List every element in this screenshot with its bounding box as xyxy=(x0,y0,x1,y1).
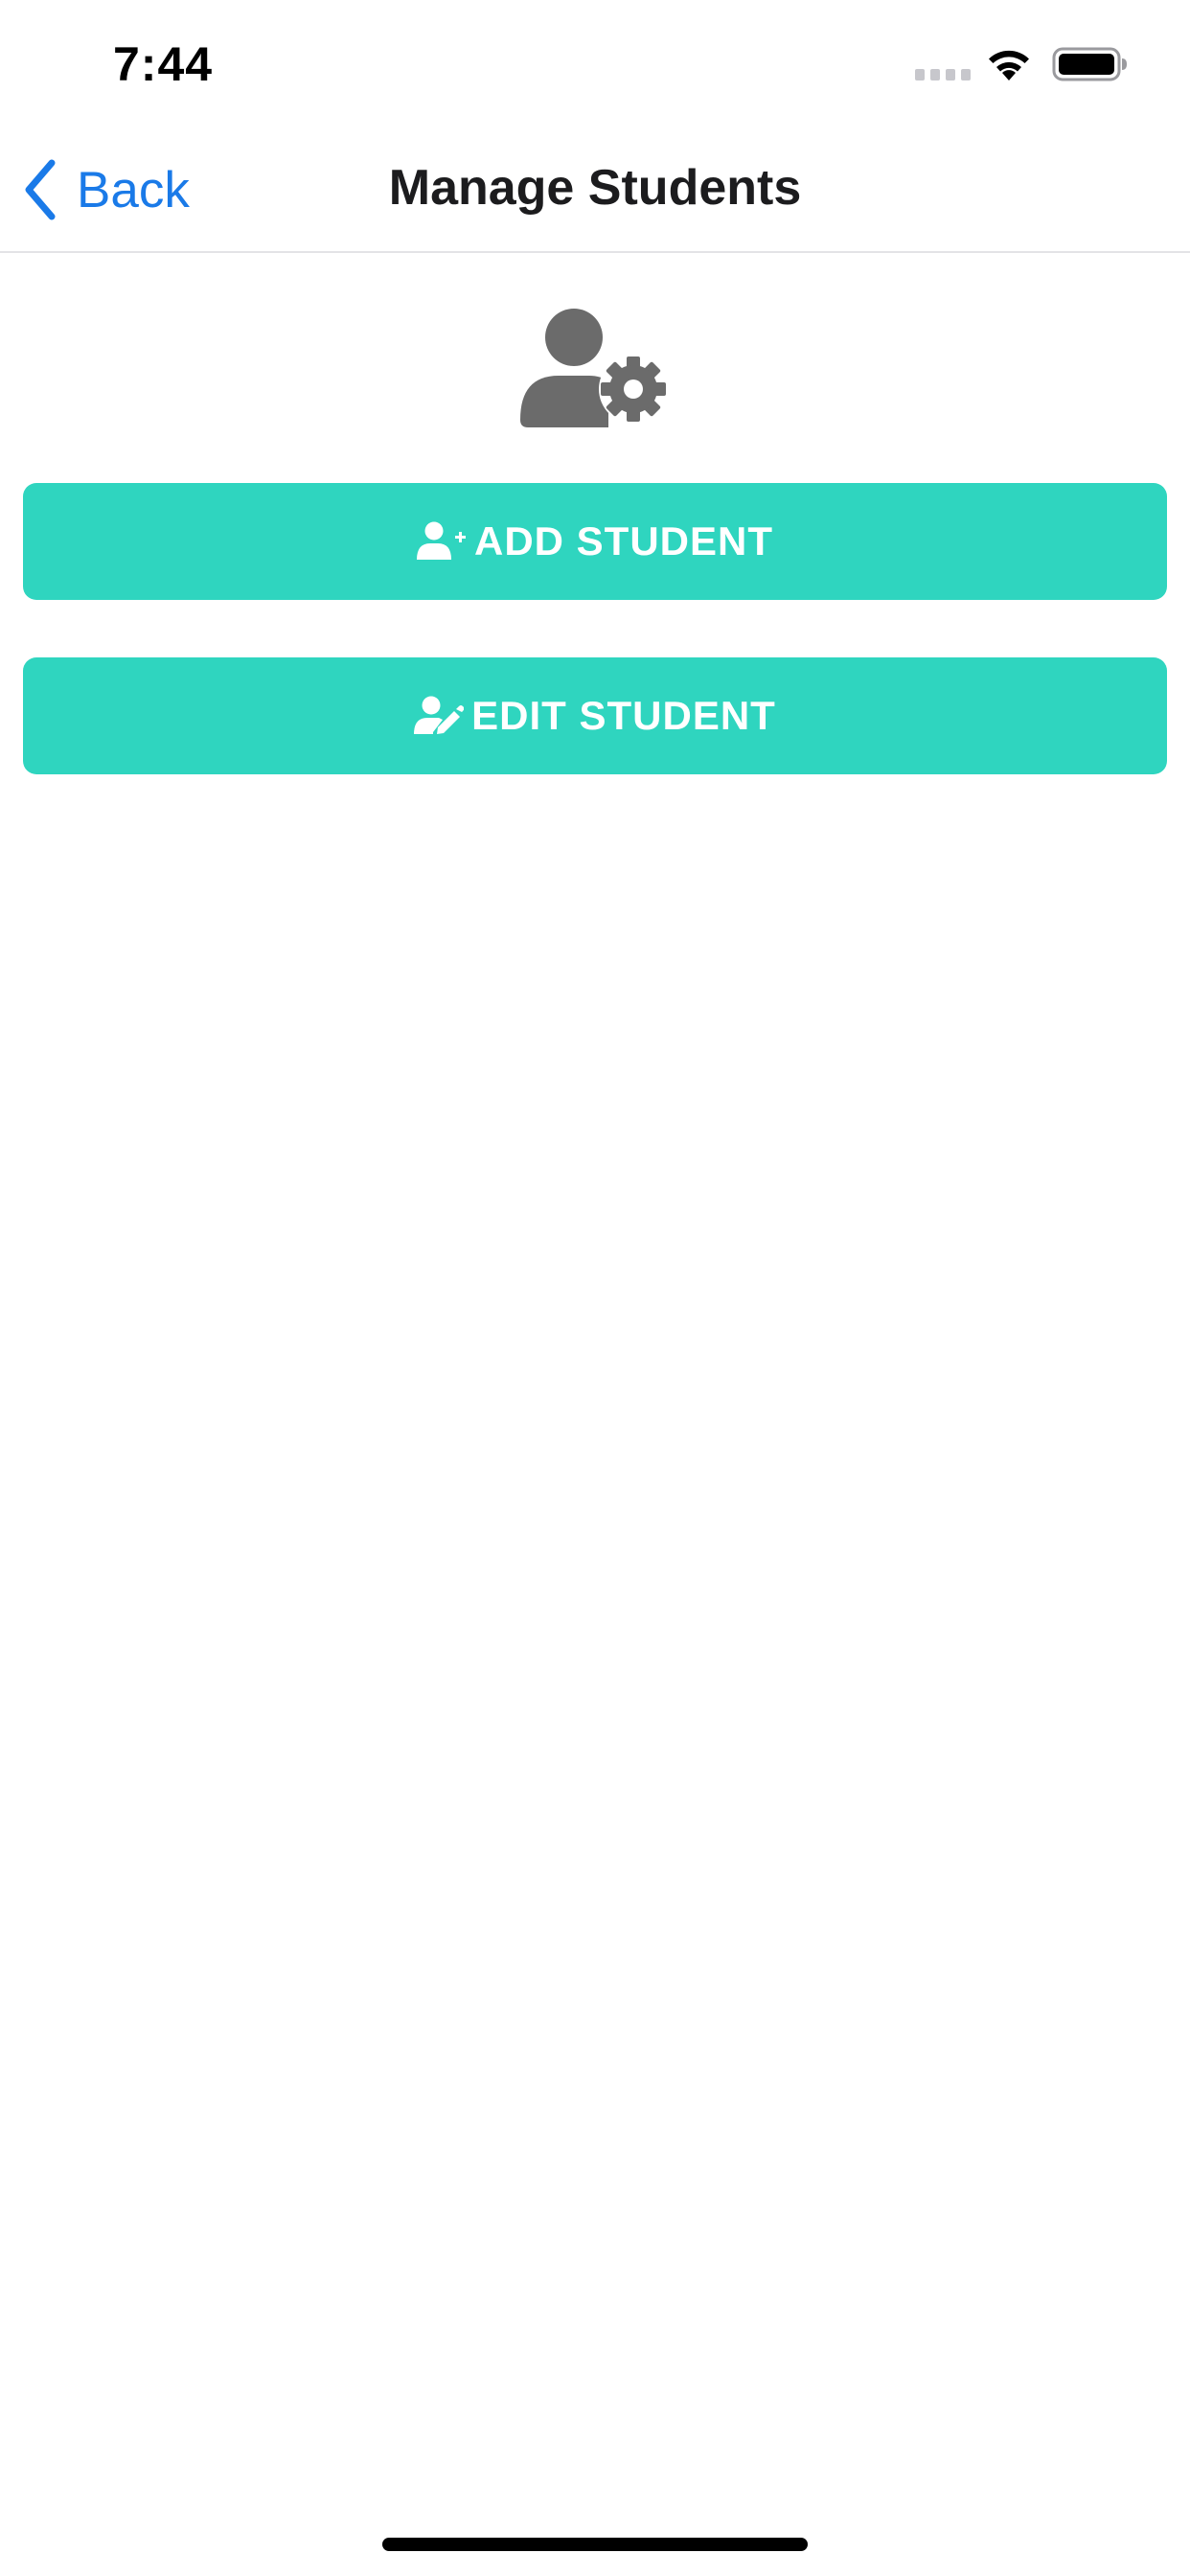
battery-icon xyxy=(1052,47,1127,81)
user-plus-icon xyxy=(417,521,466,560)
navigation-bar: Back Manage Students xyxy=(0,126,1190,253)
status-bar: 7:44 xyxy=(0,0,1190,126)
wifi-icon xyxy=(989,50,1029,80)
user-gear-icon xyxy=(520,309,668,427)
add-student-button[interactable]: ADD STUDENT xyxy=(23,483,1167,600)
page-title: Manage Students xyxy=(388,160,802,216)
signal-dots-icon xyxy=(915,69,971,80)
edit-student-label: EDIT STUDENT xyxy=(471,693,776,738)
home-indicator[interactable] xyxy=(382,2538,808,2551)
add-student-label: ADD STUDENT xyxy=(474,518,773,564)
user-edit-icon xyxy=(414,696,465,734)
status-time: 7:44 xyxy=(113,37,214,91)
edit-student-button[interactable]: EDIT STUDENT xyxy=(23,657,1167,774)
